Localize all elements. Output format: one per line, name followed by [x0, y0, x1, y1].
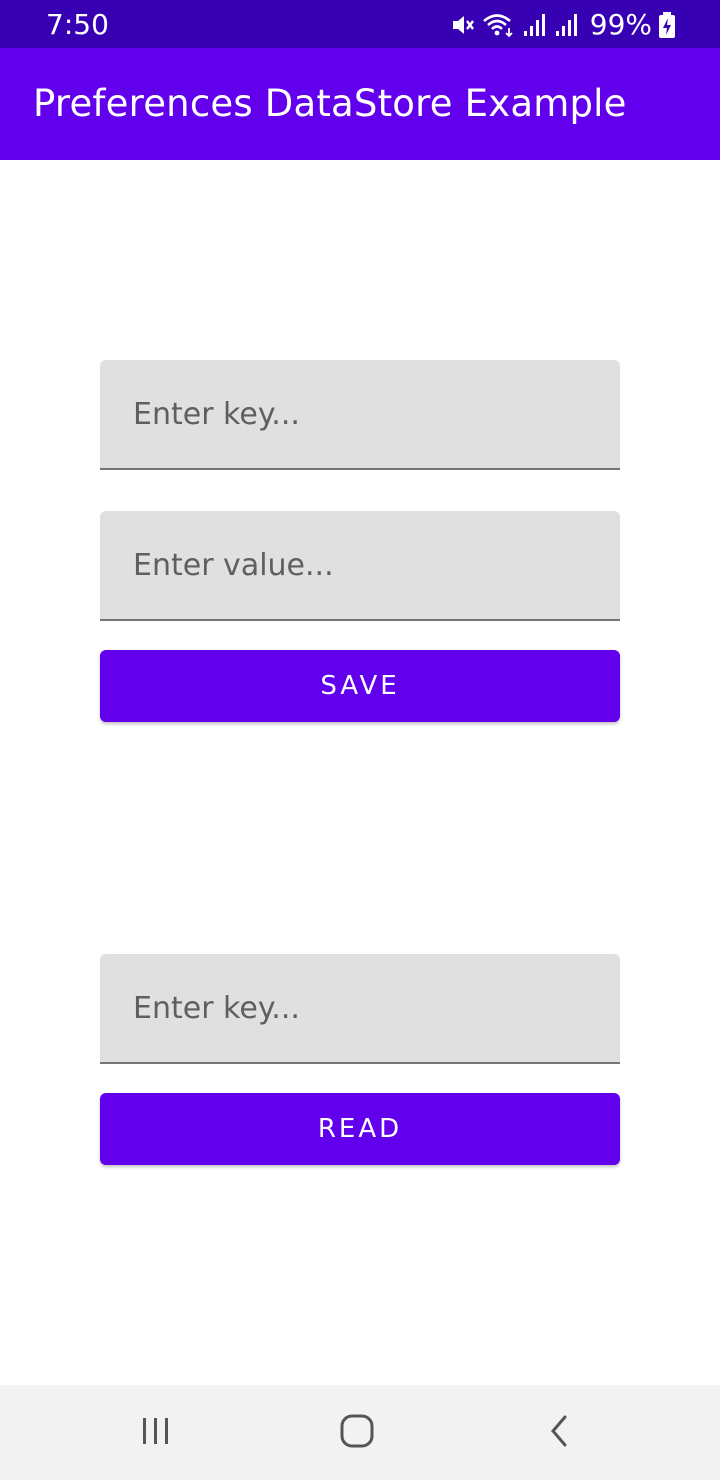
- home-icon: [339, 1413, 375, 1453]
- read-key-field[interactable]: [100, 954, 620, 1064]
- wifi-icon: [482, 12, 516, 38]
- battery-percent: 99%: [589, 8, 652, 41]
- signal-icon: [522, 12, 548, 38]
- recents-icon: [140, 1415, 172, 1451]
- save-value-field[interactable]: [100, 511, 620, 621]
- status-icons: 99%: [450, 8, 676, 42]
- app-title: Preferences DataStore Example: [33, 82, 627, 125]
- app-bar: Preferences DataStore Example: [0, 48, 720, 160]
- back-button[interactable]: [499, 1385, 619, 1480]
- battery-charging-icon: [658, 11, 676, 39]
- navigation-bar: [0, 1385, 720, 1480]
- home-button[interactable]: [297, 1385, 417, 1480]
- recents-button[interactable]: [96, 1385, 216, 1480]
- signal-icon-2: [554, 12, 580, 38]
- read-button[interactable]: READ: [100, 1093, 620, 1165]
- save-key-input[interactable]: [100, 360, 620, 468]
- back-icon: [547, 1413, 571, 1453]
- status-time: 7:50: [46, 8, 109, 41]
- read-key-input[interactable]: [100, 954, 620, 1062]
- save-button[interactable]: SAVE: [100, 650, 620, 722]
- mute-icon: [450, 12, 476, 38]
- save-key-field[interactable]: [100, 360, 620, 470]
- status-bar: 7:50 99%: [0, 0, 720, 48]
- save-value-input[interactable]: [100, 511, 620, 619]
